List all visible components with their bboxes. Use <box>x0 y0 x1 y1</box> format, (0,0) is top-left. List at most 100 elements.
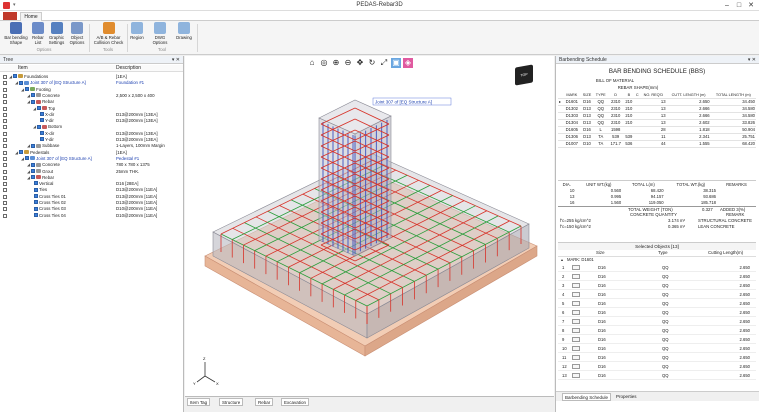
bbs-row[interactable]: D1303 D13 QQ 2310 210 13 2.666 34.580 <box>558 112 756 120</box>
row-checkbox[interactable] <box>572 328 580 333</box>
item-checkbox[interactable] <box>37 105 42 110</box>
selected-object-row[interactable]: 8 D16 QQ 2.650 <box>558 326 756 335</box>
visibility-checkbox[interactable] <box>3 119 7 124</box>
expand-arrow-icon[interactable]: ◢ <box>15 80 18 85</box>
tree-item[interactable]: ◢ Footing <box>0 87 183 93</box>
visibility-checkbox[interactable] <box>3 150 7 155</box>
ribbon-button-4[interactable]: A/B & Rebar Collision Check <box>92 22 125 48</box>
navigation-cube-icon[interactable]: TOP <box>515 64 533 86</box>
visibility-checkbox[interactable] <box>3 106 7 111</box>
row-checkbox[interactable] <box>572 283 580 288</box>
bbs-row[interactable]: D1304 D13 QQ 2310 210 13 2.602 33.826 <box>558 119 756 127</box>
tree-item[interactable]: Cross Ties 03 D10@200mm [11EA] <box>0 206 183 212</box>
tree-item[interactable]: Cross Ties 02 D13@200mm [11EA] <box>0 200 183 206</box>
expand-arrow-icon[interactable]: ◢ <box>27 169 30 174</box>
expand-arrow-icon[interactable]: ◢ <box>27 162 30 167</box>
visibility-checkbox[interactable] <box>3 188 7 193</box>
visibility-checkbox[interactable] <box>3 131 7 136</box>
view-tool-icon[interactable]: ▣ <box>391 58 401 68</box>
item-checkbox[interactable] <box>25 86 30 91</box>
selected-object-row[interactable]: 3 D16 QQ 2.650 <box>558 281 756 290</box>
panel-pin-icon[interactable]: ▾ ✕ <box>748 56 756 64</box>
row-checkbox[interactable] <box>572 292 580 297</box>
expand-arrow-icon[interactable]: ◢ <box>27 143 30 148</box>
item-checkbox[interactable] <box>40 118 44 123</box>
ribbon-button-6[interactable]: DWG Options <box>148 22 172 48</box>
visibility-checkbox[interactable] <box>3 144 7 149</box>
item-checkbox[interactable] <box>34 194 38 199</box>
bbs-row[interactable]: D1306 D13 TA 539 539 11 2.341 25.751 <box>558 133 756 141</box>
tree-item[interactable]: ◢ Concrete 2,500 x 2,500 x 400 <box>0 93 183 99</box>
3d-viewport[interactable]: Joint 307 of [EQ Structure A] Z X Y ⌂ ◎ ⊕ ⊖… <box>185 56 554 396</box>
row-checkbox[interactable] <box>572 373 580 378</box>
selected-object-row[interactable]: 5 D16 QQ 2.650 <box>558 299 756 308</box>
item-checkbox[interactable] <box>25 156 30 161</box>
ribbon-button-0[interactable]: Bar bending Shape <box>3 22 29 48</box>
item-checkbox[interactable] <box>40 112 44 117</box>
row-checkbox[interactable] <box>572 265 580 270</box>
viewport-tab[interactable]: Excavation <box>281 398 310 406</box>
tree-item[interactable]: ◢ Joint 307 of [EQ Structure A] Foundation… <box>0 80 183 86</box>
visibility-checkbox[interactable] <box>3 81 7 86</box>
view-tool-icon[interactable]: ⊕ <box>331 58 341 68</box>
item-checkbox[interactable] <box>34 200 38 205</box>
tree-item[interactable]: ◢ Top <box>0 106 183 112</box>
tree-item[interactable]: ◢ Concrete 780 x 780 x 1375 <box>0 162 183 168</box>
maximize-button[interactable]: □ <box>734 1 744 10</box>
visibility-checkbox[interactable] <box>3 93 7 98</box>
visibility-checkbox[interactable] <box>3 163 7 168</box>
view-tool-icon[interactable]: ✥ <box>355 58 365 68</box>
visibility-checkbox[interactable] <box>3 182 7 187</box>
row-checkbox[interactable] <box>572 274 580 279</box>
item-checkbox[interactable] <box>19 80 24 85</box>
tree-item[interactable]: ◢ Joint 307 of [EQ Structure A] Pedestal #… <box>0 156 183 162</box>
tree-item[interactable]: X-dir D13@200mm [13EA] <box>0 131 183 137</box>
row-checkbox[interactable] <box>572 346 580 351</box>
bbs-row[interactable]: ▸ D1601 D16 QQ 2310 210 13 2.650 34.450 <box>558 98 756 106</box>
row-checkbox[interactable] <box>572 364 580 369</box>
selected-object-row[interactable]: 1 D16 QQ 2.650 <box>558 263 756 272</box>
expand-arrow-icon[interactable]: ◢ <box>27 99 30 104</box>
item-checkbox[interactable] <box>31 143 36 148</box>
visibility-checkbox[interactable] <box>3 125 7 130</box>
expand-arrow-icon[interactable]: ◢ <box>15 150 18 155</box>
selected-object-row[interactable]: 11 D16 QQ 2.650 <box>558 353 756 362</box>
file-menu-button[interactable] <box>3 12 17 20</box>
visibility-checkbox[interactable] <box>3 194 7 199</box>
close-button[interactable]: ✕ <box>746 1 756 10</box>
row-checkbox[interactable] <box>572 319 580 324</box>
selected-object-row[interactable]: 12 D16 QQ 2.650 <box>558 362 756 371</box>
view-tool-icon[interactable]: ⤢ <box>379 58 389 68</box>
panel-pin-icon[interactable]: ▾ ✕ <box>172 56 180 64</box>
row-checkbox[interactable] <box>572 301 580 306</box>
tree-item[interactable]: Y-dir D13@200mm [13EA] <box>0 118 183 124</box>
item-checkbox[interactable] <box>31 162 36 167</box>
view-tool-icon[interactable]: ◈ <box>403 58 413 68</box>
item-checkbox[interactable] <box>31 93 36 98</box>
viewport-tab[interactable]: Item Tag <box>187 398 211 406</box>
right-panel-tab[interactable]: Barbending Schedule <box>562 393 612 401</box>
selected-object-row[interactable]: 9 D16 QQ 2.650 <box>558 335 756 344</box>
viewport-tab[interactable]: Rebar <box>255 398 274 406</box>
tree-item[interactable]: Vertical D16 [28EA] <box>0 181 183 187</box>
visibility-checkbox[interactable] <box>3 87 7 92</box>
item-checkbox[interactable] <box>31 99 36 104</box>
visibility-checkbox[interactable] <box>3 213 7 218</box>
item-checkbox[interactable] <box>34 181 38 186</box>
expand-arrow-icon[interactable]: ◢ <box>21 87 24 92</box>
tree-item[interactable]: ◢ Subbase 1-Layers, 100mm Margin <box>0 143 183 149</box>
row-checkbox[interactable] <box>572 337 580 342</box>
visibility-checkbox[interactable] <box>3 138 7 142</box>
tab-home[interactable]: Home <box>20 12 42 21</box>
item-checkbox[interactable] <box>40 131 44 136</box>
view-tool-icon[interactable]: ⊖ <box>343 58 353 68</box>
item-checkbox[interactable] <box>19 149 24 154</box>
expand-arrow-icon[interactable]: ◢ <box>27 175 30 180</box>
tree-item[interactable]: Cross Ties 04 D10@200mm [11EA] <box>0 213 183 219</box>
view-tool-icon[interactable]: ⌂ <box>307 58 317 68</box>
selected-object-row[interactable]: 10 D16 QQ 2.650 <box>558 344 756 353</box>
tree-item[interactable]: ◢ Pedestals [1EA] <box>0 150 183 156</box>
visibility-checkbox[interactable] <box>3 75 7 79</box>
ribbon-button-7[interactable]: Drawing <box>174 22 194 48</box>
expand-arrow-icon[interactable]: ◢ <box>9 74 12 79</box>
